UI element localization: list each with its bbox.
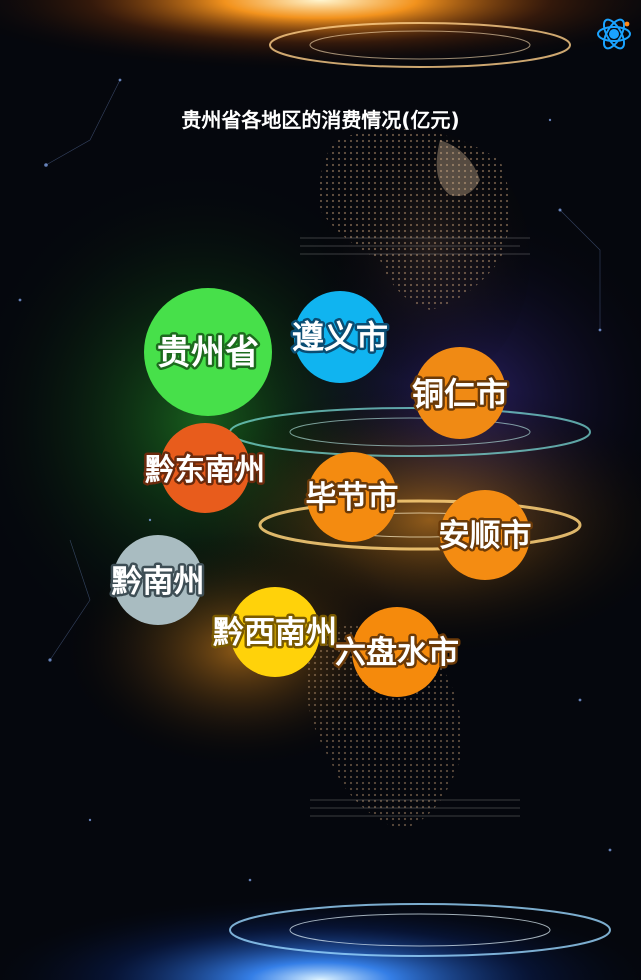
- bubble-chart: 贵州省 遵义市铜仁市黔东南州毕节市安顺市黔南州黔西南州六盘水市: [109, 288, 534, 697]
- bubble-9[interactable]: 六盘水市: [333, 607, 462, 697]
- bubble-6[interactable]: 安顺市: [436, 490, 534, 580]
- bubble-label: 六盘水市: [335, 635, 459, 671]
- bubble-label: 安顺市: [439, 518, 532, 554]
- bubble-label: 贵州省: [157, 333, 259, 373]
- bubble-2[interactable]: 遵义市: [289, 291, 391, 383]
- bubble-7[interactable]: 黔南州: [109, 535, 207, 625]
- bubble-label: 遵义市: [292, 318, 388, 356]
- bubble-label: 黔西南州: [213, 615, 337, 651]
- bubble-label: 毕节市: [306, 480, 399, 516]
- bubble-label: 黔南州: [112, 564, 205, 600]
- bubble-4[interactable]: 黔东南州: [143, 423, 268, 513]
- bubble-5[interactable]: 毕节市: [303, 452, 401, 542]
- bubble-label: 黔东南州: [145, 453, 265, 488]
- bubble-8[interactable]: 黔西南州: [211, 587, 340, 677]
- bubble-3[interactable]: 铜仁市: [409, 347, 511, 439]
- bubble-1[interactable]: 贵州省: [144, 288, 272, 416]
- bubble-label: 铜仁市: [412, 375, 508, 413]
